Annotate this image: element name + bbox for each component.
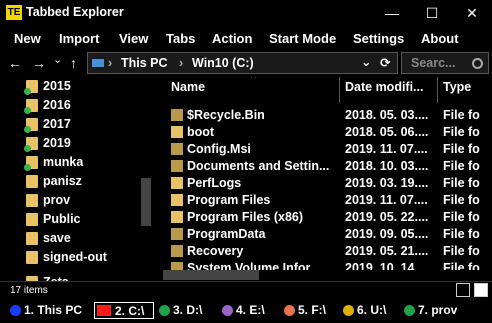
file-row[interactable]: Config.Msi 2019. 11. 07.... File fo [163,141,492,158]
drive-color-dot-icon [10,305,21,316]
folder-icon [26,251,38,264]
folder-icon [171,245,183,257]
drive-tab-this-pc[interactable]: 1. This PC [10,302,88,319]
forward-arrow-icon[interactable]: → [32,55,46,71]
file-row[interactable]: Documents and Settin... 2018. 10. 03.... F… [163,158,492,175]
menu-tabs[interactable]: Tabs [166,31,195,46]
app-logo-icon: TE [6,5,22,20]
menu-new[interactable]: New [14,31,41,46]
search-icon[interactable] [472,58,483,69]
folder-icon [171,143,183,155]
file-row[interactable]: Program Files (x86) 2019. 05. 22.... File … [163,209,492,226]
column-divider[interactable] [437,77,438,103]
file-row[interactable]: $Recycle.Bin 2018. 05. 03.... File fo [163,107,492,124]
menu-action[interactable]: Action [212,31,252,46]
folder-icon [24,80,38,95]
column-header-date[interactable]: Date modifi... [345,80,423,94]
folder-icon [171,126,183,138]
drive-tabs-bar: 1. This PC 2. C:\ 3. D:\ 4. E:\ 5. F:\ 6… [0,298,492,323]
drive-color-dot-icon [343,305,354,316]
item-count: 17 items [10,285,48,296]
folder-icon [26,175,38,188]
menu-settings[interactable]: Settings [353,31,404,46]
details-view-icon[interactable] [456,283,470,297]
drive-color-dot-icon [404,305,415,316]
folder-icon [171,109,183,121]
folder-icon [24,118,38,133]
folder-icon [171,194,183,206]
drive-tab-u[interactable]: 6. U:\ [343,302,403,319]
scrollbar-corner [481,270,492,281]
tree-scrollbar-thumb[interactable] [141,178,151,226]
up-arrow-icon[interactable]: ↑ [70,55,77,71]
drive-tab-f[interactable]: 5. F:\ [284,302,344,319]
file-row[interactable]: PerfLogs 2019. 03. 19.... File fo [163,175,492,192]
folder-icon [24,137,38,152]
address-segment-win10[interactable]: Win10 (C:) [192,56,254,70]
address-dropdown-icon[interactable]: ⌄ [361,54,371,69]
pc-icon [92,59,104,67]
sort-ascending-icon: ^ [251,77,256,84]
drive-color-dot-icon [159,305,170,316]
column-divider[interactable] [339,77,340,103]
menu-import[interactable]: Import [59,31,99,46]
search-input[interactable]: Searc... [411,56,455,70]
folder-icon [26,194,38,207]
drive-tab-c[interactable]: 2. C:\ [94,302,154,319]
folder-icon [24,156,38,171]
file-row[interactable]: Program Files 2019. 11. 07.... File fo [163,192,492,209]
folder-icon [171,228,183,240]
status-bar: 17 items [0,281,492,299]
address-bar[interactable]: › This PC › Win10 (C:) ⌄ ⟳ [87,52,398,74]
menu-about[interactable]: About [421,31,459,46]
drive-color-dot-icon [284,305,295,316]
history-dropdown-icon[interactable]: ⌄ [53,53,62,66]
search-box[interactable]: Searc... [401,52,489,74]
drive-tab-e[interactable]: 4. E:\ [222,302,282,319]
large-icons-view-icon[interactable] [474,283,488,297]
folder-icon [26,213,38,226]
file-row[interactable]: Recovery 2019. 05. 21.... File fo [163,243,492,260]
horizontal-scrollbar[interactable] [163,270,481,280]
menu-view[interactable]: View [119,31,148,46]
back-arrow-icon[interactable]: ← [8,55,22,71]
folder-icon [26,232,38,245]
minimize-button[interactable]: — [372,0,412,26]
address-root-chevron[interactable]: › [108,56,112,70]
close-button[interactable]: ✕ [452,0,492,26]
drive-color-dot-icon [222,305,233,316]
address-chevron-icon[interactable]: › [179,56,183,70]
menu-bar: New Import View Tabs Action Start Mode S… [0,26,492,50]
horizontal-scrollbar-thumb[interactable] [163,270,259,280]
refresh-icon[interactable]: ⟳ [380,55,390,70]
folder-icon [171,211,183,223]
folder-tree: 2015 2016 2017 2019 munka panisz prov Pu… [0,77,153,281]
address-segment-this-pc[interactable]: This PC [121,56,168,70]
column-header-type[interactable]: Type [443,80,471,94]
drive-tab-prov[interactable]: 7. prov [404,302,484,319]
file-row[interactable]: boot 2018. 05. 06.... File fo [163,124,492,141]
file-row[interactable]: System Volume Infor... 2019. 10. 14.... Fi… [163,260,492,270]
file-list: Name ^ Date modifi... Type $Recycle.Bin 2… [163,77,492,270]
shortcut-folder-icon [171,160,183,172]
folder-icon [24,99,38,114]
window-title: Tabbed Explorer [26,5,124,19]
drive-tab-d[interactable]: 3. D:\ [159,302,219,319]
maximize-button[interactable]: ☐ [412,0,452,26]
drive-color-dot-icon [97,305,111,316]
title-bar: TE Tabbed Explorer — ☐ ✕ [0,0,492,26]
folder-icon [171,177,183,189]
file-row[interactable]: ProgramData 2019. 09. 05.... File fo [163,226,492,243]
folder-icon [171,262,183,270]
menu-start-mode[interactable]: Start Mode [269,31,336,46]
column-header-name[interactable]: Name [171,80,205,94]
